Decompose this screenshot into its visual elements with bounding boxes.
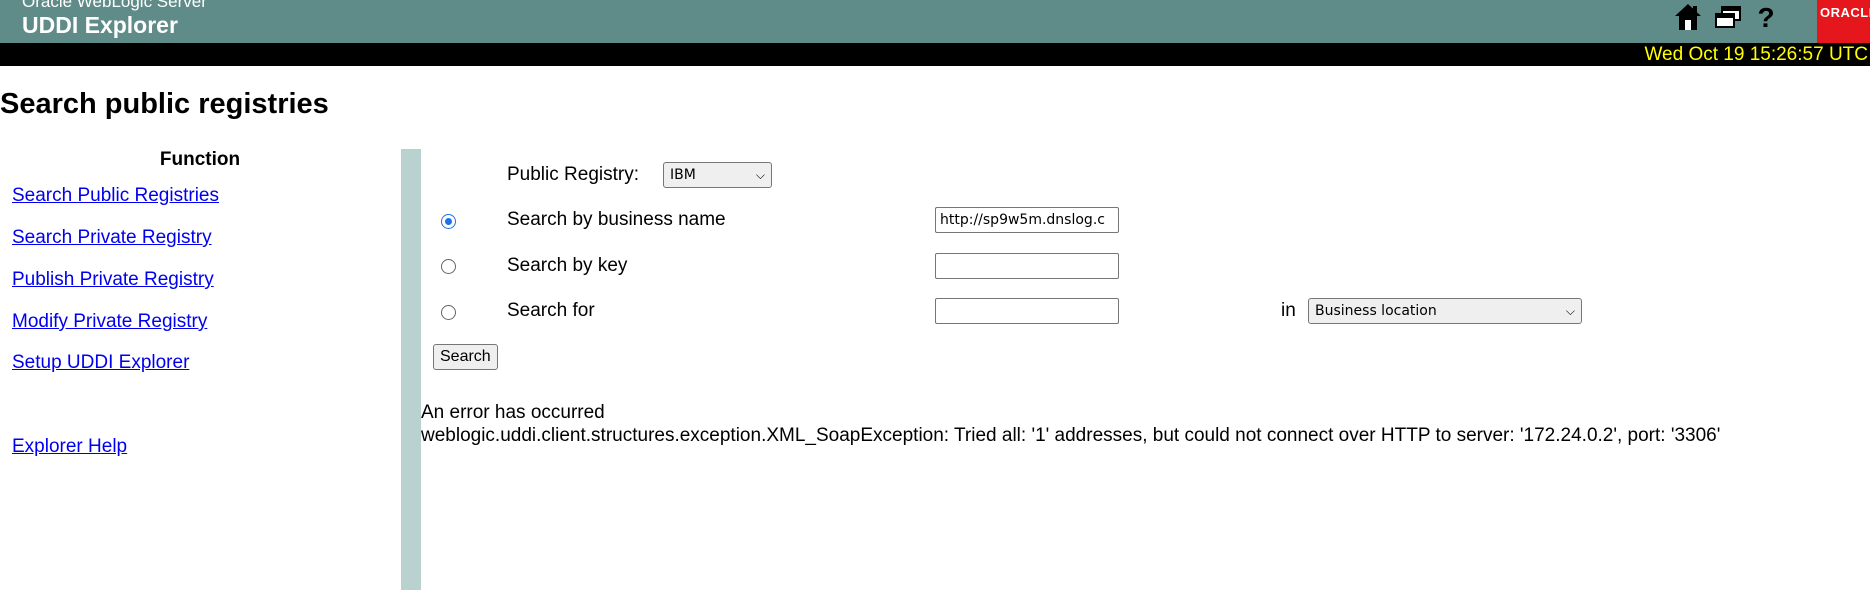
windows-icon[interactable] [1713,2,1743,32]
error-title: An error has occurred [421,402,605,423]
location-select-value: Business location [1315,303,1437,319]
oracle-logo: ORACLE [1817,0,1870,43]
radio-key[interactable] [441,259,456,274]
header-bar: Oracle WebLogic Server UDDI Explorer ? O… [0,0,1870,43]
app-title: UDDI Explorer [22,12,178,38]
radio-business-name[interactable] [441,214,456,229]
registry-select-value: IBM [670,167,696,183]
key-label: Search by key [507,255,628,276]
nav-link-publish-private[interactable]: Publish Private Registry [12,269,214,291]
nav-link-setup[interactable]: Setup UDDI Explorer [12,352,189,374]
search-button[interactable]: Search [433,344,498,370]
nav-link-search-public[interactable]: Search Public Registries [12,185,219,207]
registry-label: Public Registry: [507,164,639,185]
key-input[interactable] [935,253,1119,279]
error-message: weblogic.uddi.client.structures.exceptio… [421,425,1721,446]
svg-text:?: ? [1757,2,1774,32]
help-icon[interactable]: ? [1751,2,1781,32]
nav-link-modify-private[interactable]: Modify Private Registry [12,311,207,333]
chevron-down-icon: ⌵ [755,168,765,182]
content-divider [401,149,421,590]
radio-search-for[interactable] [441,305,456,320]
page-title: Search public registries [0,88,329,120]
date-bar: Wed Oct 19 15:26:57 UTC [0,43,1870,66]
in-label: in [1281,300,1296,321]
datetime-display: Wed Oct 19 15:26:57 UTC [1644,44,1868,65]
search-for-input[interactable] [935,298,1119,324]
home-icon[interactable] [1673,2,1703,32]
nav-link-search-private[interactable]: Search Private Registry [12,227,212,249]
nav-link-help[interactable]: Explorer Help [12,436,127,458]
business-name-input[interactable]: http://sp9w5m.dnslog.c [935,207,1119,233]
location-select[interactable]: Business location ⌵ [1308,298,1582,324]
nav-heading: Function [159,149,241,170]
product-name: Oracle WebLogic Server [22,0,207,11]
chevron-down-icon: ⌵ [1565,304,1575,318]
registry-select[interactable]: IBM ⌵ [663,162,772,188]
search-for-label: Search for [507,300,595,321]
business-name-label: Search by business name [507,209,726,230]
brand-text: ORACLE [1820,5,1870,20]
